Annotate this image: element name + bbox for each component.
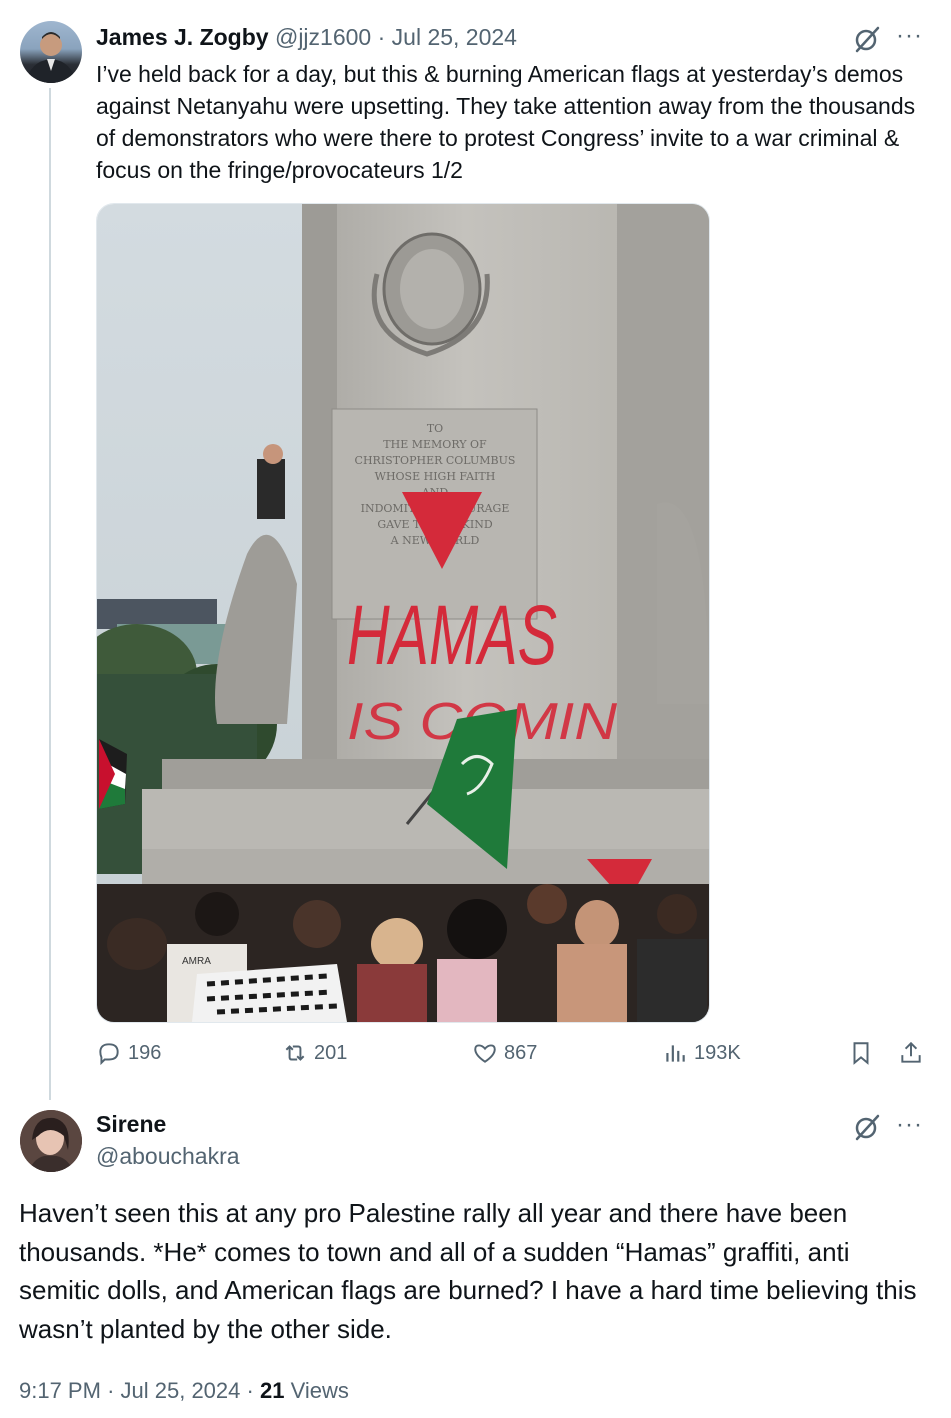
- engraving-line: WHOSE HIGH FAITH: [375, 470, 496, 483]
- reply-time[interactable]: 9:17 PM: [19, 1378, 101, 1403]
- more-icon[interactable]: ···: [896, 1111, 923, 1139]
- tweet-header: James J. Zogby @jjz1600 · Jul 25, 2024: [96, 24, 517, 51]
- like-count: 867: [504, 1041, 538, 1064]
- share-button[interactable]: [898, 1040, 930, 1066]
- engraving-line: THE MEMORY OF: [383, 438, 487, 451]
- reply-footer: 9:17 PM · Jul 25, 2024 · 21 Views: [19, 1378, 349, 1404]
- views-count: 193K: [694, 1041, 741, 1064]
- tweet-text: I’ve held back for a day, but this & bur…: [96, 61, 916, 183]
- header-separator: ·: [377, 24, 386, 50]
- tweet-image[interactable]: TO THE MEMORY OF CHRISTOPHER COLUMBUS WH…: [96, 203, 710, 1023]
- reply-button[interactable]: 196: [96, 1040, 161, 1066]
- like-icon: [474, 1044, 496, 1063]
- reply-text: Haven’t seen this at any pro Palestine r…: [19, 1198, 917, 1344]
- reply-icon: [99, 1043, 119, 1066]
- reply-views-label: Views: [290, 1378, 349, 1403]
- more-icon[interactable]: ···: [896, 22, 923, 50]
- author-name[interactable]: James J. Zogby: [96, 24, 269, 50]
- reply-count: 196: [128, 1041, 162, 1064]
- reply-date[interactable]: Jul 25, 2024: [121, 1378, 241, 1403]
- author-avatar[interactable]: [20, 21, 82, 83]
- bookmark-icon: [853, 1042, 869, 1065]
- author-handle[interactable]: @jjz1600: [275, 24, 371, 50]
- footer-separator: ·: [107, 1378, 115, 1403]
- bookmark-button[interactable]: [848, 1040, 880, 1066]
- reply-author-avatar[interactable]: [20, 1110, 82, 1172]
- reply-author-handle[interactable]: @abouchakra: [96, 1143, 240, 1170]
- like-button[interactable]: 867: [472, 1040, 537, 1066]
- shirt-text: AMRA: [182, 956, 211, 967]
- engraving-line: TO: [427, 422, 443, 435]
- tweet-action-bar: 196 201 867 193K: [96, 1040, 936, 1072]
- graffiti-main: HAMAS: [347, 588, 557, 682]
- grok-icon[interactable]: [852, 24, 882, 54]
- grok-icon[interactable]: [852, 1112, 882, 1142]
- views-button[interactable]: 193K: [662, 1040, 741, 1066]
- footer-separator: ·: [246, 1378, 254, 1403]
- retweet-icon: [285, 1045, 305, 1061]
- thread-connector-line: [49, 88, 51, 1100]
- tweet-date[interactable]: Jul 25, 2024: [392, 24, 517, 50]
- retweet-button[interactable]: 201: [282, 1040, 347, 1066]
- engraving-line: CHRISTOPHER COLUMBUS: [355, 454, 516, 467]
- share-icon: [901, 1041, 921, 1063]
- reply-author-name[interactable]: Sirene: [96, 1111, 166, 1138]
- views-icon: [666, 1045, 685, 1062]
- reply-views-count: 21: [259, 1378, 285, 1403]
- retweet-count: 201: [314, 1041, 348, 1064]
